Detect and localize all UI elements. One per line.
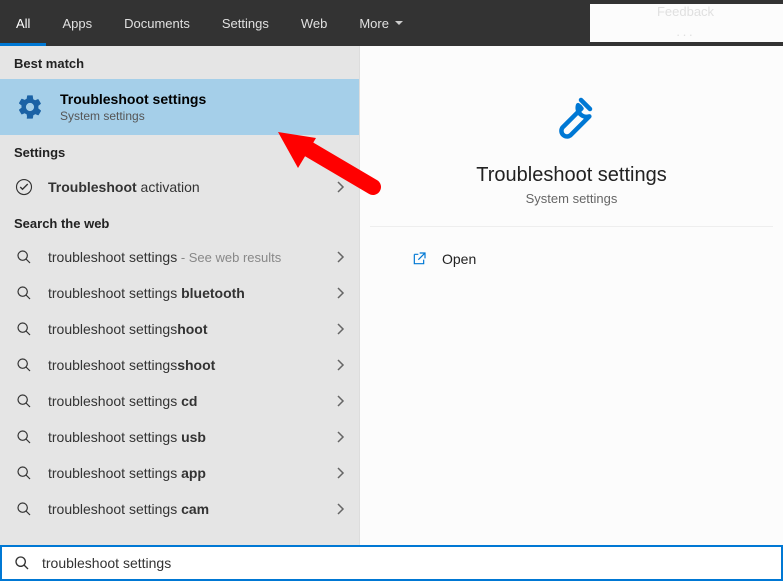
tab-settings[interactable]: Settings [206, 0, 285, 46]
best-match-header: Best match [0, 46, 359, 79]
web-result-7[interactable]: troubleshoot settings cam [0, 491, 359, 527]
tab-all[interactable]: All [0, 0, 46, 46]
web-result-1[interactable]: troubleshoot settings bluetooth [0, 275, 359, 311]
web-result-4[interactable]: troubleshoot settings cd [0, 383, 359, 419]
chevron-right-icon [337, 323, 345, 335]
chevron-right-icon [337, 467, 345, 479]
search-bar[interactable] [0, 545, 783, 581]
search-icon [14, 465, 34, 481]
search-icon [14, 429, 34, 445]
chevron-right-icon [337, 431, 345, 443]
ellipsis-icon: ··· [676, 27, 695, 42]
web-section-header: Search the web [0, 206, 359, 239]
feedback-button[interactable]: Feedback [641, 4, 730, 19]
filter-tabs-bar: All Apps Documents Settings Web More Fee… [0, 0, 783, 46]
tab-apps[interactable]: Apps [46, 0, 108, 46]
best-match-result[interactable]: Troubleshoot settings System settings [0, 79, 359, 135]
tab-web[interactable]: Web [285, 0, 344, 46]
options-menu-button[interactable]: ··· [664, 27, 707, 42]
settings-result-troubleshoot-activation[interactable]: Troubleshoot activation [0, 168, 359, 206]
settings-section-header: Settings [0, 135, 359, 168]
chevron-right-icon [337, 251, 345, 263]
web-result-2[interactable]: troubleshoot settingshoot [0, 311, 359, 347]
chevron-right-icon [337, 395, 345, 407]
search-icon [14, 501, 34, 517]
best-match-title: Troubleshoot settings [60, 91, 206, 107]
chevron-right-icon [337, 287, 345, 299]
open-label: Open [442, 251, 476, 267]
chevron-down-icon [395, 21, 403, 26]
chevron-right-icon [337, 181, 345, 193]
detail-panel: Troubleshoot settings System settings Op… [360, 46, 783, 545]
web-result-0[interactable]: troubleshoot settings - See web results [0, 239, 359, 275]
search-icon [14, 357, 34, 373]
wrench-icon [542, 88, 602, 148]
detail-card: Troubleshoot settings System settings [370, 58, 773, 227]
tab-documents[interactable]: Documents [108, 0, 206, 46]
results-panel: Best match Troubleshoot settings System … [0, 46, 360, 545]
detail-subtitle: System settings [526, 191, 618, 206]
chevron-right-icon [337, 503, 345, 515]
open-action[interactable]: Open [410, 245, 733, 273]
open-icon [410, 251, 428, 267]
search-icon [14, 321, 34, 337]
check-circle-icon [14, 178, 34, 196]
chevron-right-icon [337, 359, 345, 371]
detail-title: Troubleshoot settings [476, 164, 666, 187]
search-icon [14, 393, 34, 409]
web-result-3[interactable]: troubleshoot settingsshoot [0, 347, 359, 383]
search-input[interactable] [42, 555, 769, 571]
search-icon [14, 285, 34, 301]
search-icon [14, 555, 30, 571]
web-result-5[interactable]: troubleshoot settings usb [0, 419, 359, 455]
web-result-6[interactable]: troubleshoot settings app [0, 455, 359, 491]
settings-icon [14, 91, 46, 123]
best-match-subtitle: System settings [60, 109, 206, 123]
tab-more[interactable]: More [343, 0, 419, 46]
tabs-container: All Apps Documents Settings Web More [0, 0, 419, 46]
search-icon [14, 249, 34, 265]
